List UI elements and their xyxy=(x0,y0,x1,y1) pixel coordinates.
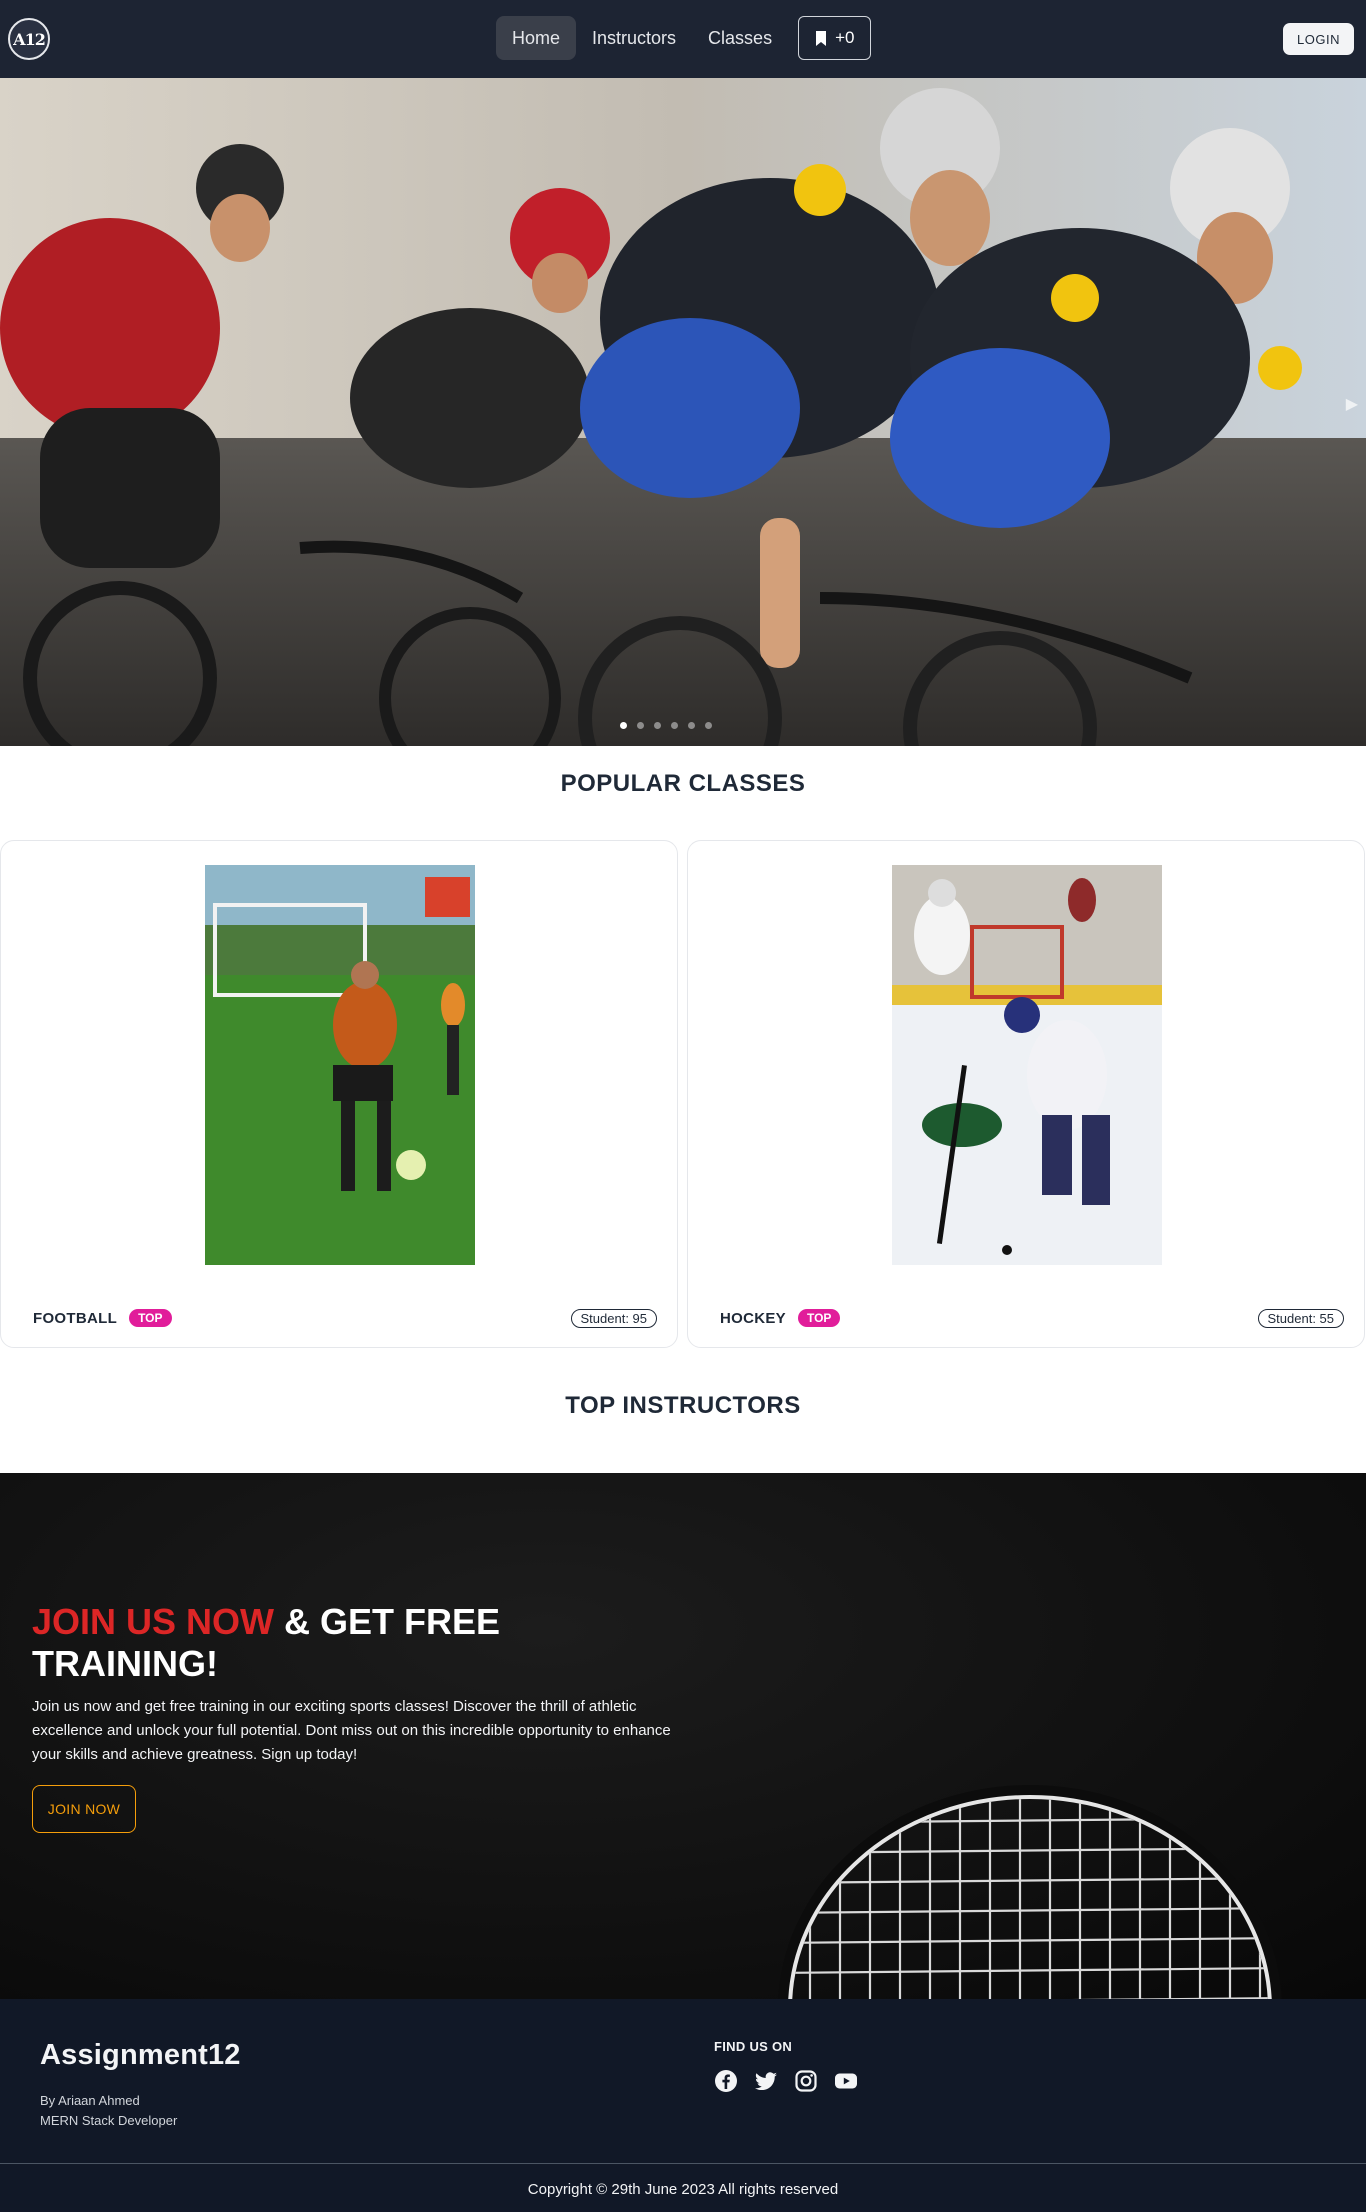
popular-classes-title: POPULAR CLASSES xyxy=(560,770,806,797)
class-name: FOOTBALL xyxy=(33,1309,118,1327)
football-image xyxy=(205,865,475,1265)
join-section: JOIN US NOW & GET FREE TRAINING! Join us… xyxy=(0,1473,1366,1999)
bookmark-button[interactable]: +0 xyxy=(798,16,872,60)
hero-carousel[interactable]: ▶ xyxy=(0,78,1366,746)
top-instructors-title: TOP INSTRUCTORS xyxy=(565,1392,801,1419)
student-count-badge: Student: 55 xyxy=(1257,1308,1344,1328)
hero-cyclists-image xyxy=(0,78,1366,746)
top-badge: TOP xyxy=(797,1309,841,1327)
twitter-icon[interactable] xyxy=(754,2069,778,2093)
footer-brand: Assignment12 xyxy=(40,2039,241,2071)
carousel-dot[interactable] xyxy=(688,722,695,729)
carousel-dot[interactable] xyxy=(654,722,661,729)
logo-text: A12 xyxy=(13,29,46,49)
nav-classes-link[interactable]: Classes xyxy=(692,16,788,60)
find-us-title: FIND US ON xyxy=(714,2039,793,2054)
hockey-image xyxy=(892,865,1162,1265)
carousel-dots xyxy=(620,722,712,729)
nav-instructors-link[interactable]: Instructors xyxy=(576,16,692,60)
bookmark-count: +0 xyxy=(835,28,855,47)
navbar: A12 Home Instructors Classes +0 LOGIN xyxy=(0,0,1366,78)
class-card-hockey[interactable]: HOCKEY TOP Student: 55 xyxy=(687,840,1365,1348)
carousel-dot[interactable] xyxy=(705,722,712,729)
login-button[interactable]: LOGIN xyxy=(1283,23,1354,55)
top-badge: TOP xyxy=(129,1309,172,1327)
tennis-racket-image xyxy=(778,1785,1282,1999)
youtube-icon[interactable] xyxy=(834,2069,858,2093)
site-logo[interactable]: A12 xyxy=(8,18,50,60)
join-description: Join us now and get free training in our… xyxy=(32,1698,671,1763)
class-card-footer: HOCKEY TOP Student: 55 xyxy=(720,1307,1344,1329)
join-title-highlight: JOIN US NOW xyxy=(32,1601,275,1642)
footer: Assignment12 By Ariaan Ahmed MERN Stack … xyxy=(0,1999,1366,2212)
footer-byline: By Ariaan Ahmed MERN Stack Developer xyxy=(40,2091,177,2131)
class-name: HOCKEY xyxy=(720,1309,786,1327)
class-card-footer: FOOTBALL TOP Student: 95 xyxy=(33,1307,657,1329)
chevron-right-icon[interactable]: ▶ xyxy=(1346,394,1358,414)
nav-home-link[interactable]: Home xyxy=(496,16,577,60)
instagram-icon[interactable] xyxy=(794,2069,818,2093)
footer-divider xyxy=(0,2163,1366,2164)
social-links xyxy=(714,2069,858,2093)
copyright-text: Copyright © 29th June 2023 All rights re… xyxy=(527,2181,839,2198)
carousel-dot[interactable] xyxy=(637,722,644,729)
bookmark-icon xyxy=(816,30,827,46)
main-nav: Home Instructors Classes +0 xyxy=(496,16,872,60)
student-count-badge: Student: 95 xyxy=(570,1308,657,1328)
footer-role: MERN Stack Developer xyxy=(40,2113,178,2128)
carousel-dot[interactable] xyxy=(620,722,627,729)
join-title: JOIN US NOW & GET FREE TRAINING! xyxy=(32,1601,552,1685)
class-card-football[interactable]: FOOTBALL TOP Student: 95 xyxy=(0,840,678,1348)
footer-author: By Ariaan Ahmed xyxy=(40,2093,140,2108)
join-now-button[interactable]: JOIN NOW xyxy=(32,1785,136,1833)
carousel-dot[interactable] xyxy=(671,722,678,729)
facebook-icon[interactable] xyxy=(714,2069,738,2093)
